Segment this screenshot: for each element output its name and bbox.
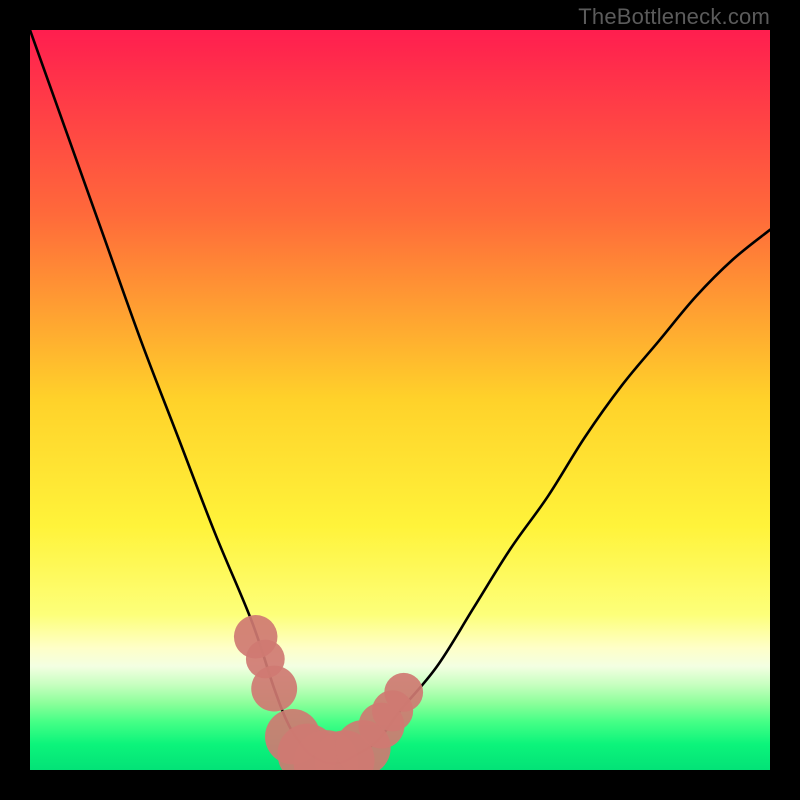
bottleneck-curve (30, 30, 770, 764)
chart-plot (30, 30, 770, 770)
curve-markers (234, 615, 423, 770)
watermark-text: TheBottleneck.com (578, 4, 770, 30)
curve-marker (384, 673, 423, 712)
chart-frame (30, 30, 770, 770)
curve-marker (251, 666, 297, 712)
